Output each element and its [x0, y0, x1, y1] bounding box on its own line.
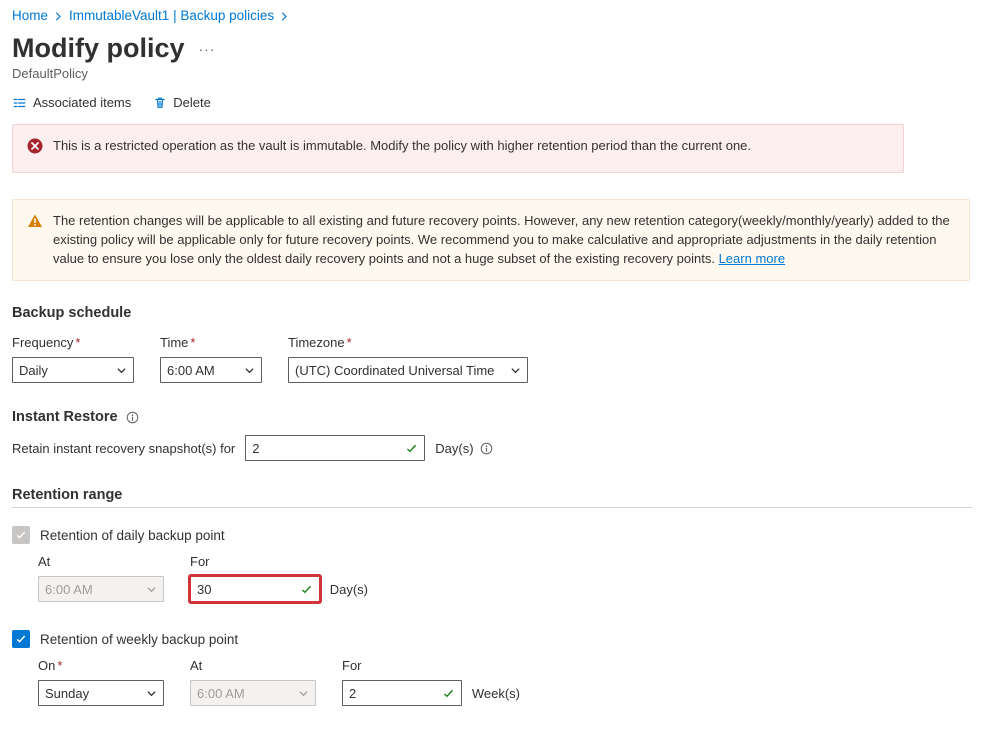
time-value: 6:00 AM: [167, 363, 215, 378]
weekly-on-value: Sunday: [45, 686, 89, 701]
weekly-retention-block: Retention of weekly backup point On* Sun…: [12, 630, 972, 706]
check-icon: [442, 687, 455, 700]
weekly-on-label: On*: [38, 658, 164, 673]
frequency-label: Frequency*: [12, 335, 134, 350]
weekly-retention-checkbox[interactable]: [12, 630, 30, 648]
timezone-value: (UTC) Coordinated Universal Time: [295, 363, 494, 378]
daily-retention-title: Retention of daily backup point: [40, 528, 225, 543]
daily-for-input[interactable]: 30: [190, 576, 320, 602]
weekly-for-label: For: [342, 658, 520, 673]
trash-icon: [153, 96, 167, 110]
time-label: Time*: [160, 335, 262, 350]
daily-for-label: For: [190, 554, 368, 569]
error-icon: [27, 138, 43, 160]
breadcrumb-home[interactable]: Home: [12, 8, 48, 23]
error-banner: This is a restricted operation as the va…: [12, 124, 904, 173]
frequency-select[interactable]: Daily: [12, 357, 134, 383]
instant-restore-value: 2: [252, 441, 259, 456]
warning-text-body: The retention changes will be applicable…: [53, 213, 950, 266]
breadcrumb-vault[interactable]: ImmutableVault1 | Backup policies: [69, 8, 274, 23]
chevron-right-icon: [280, 8, 289, 23]
weekly-for-value: 2: [349, 686, 356, 701]
instant-restore-label: Retain instant recovery snapshot(s) for: [12, 441, 235, 456]
chevron-down-icon: [116, 365, 127, 376]
timezone-select[interactable]: (UTC) Coordinated Universal Time: [288, 357, 528, 383]
weekly-at-select: 6:00 AM: [190, 680, 316, 706]
warning-banner-text: The retention changes will be applicable…: [53, 212, 955, 269]
chevron-down-icon: [146, 584, 157, 595]
delete-button[interactable]: Delete: [153, 95, 211, 110]
weekly-for-unit: Week(s): [472, 686, 520, 701]
list-icon: [12, 96, 27, 110]
instant-restore-heading: Instant Restore: [12, 409, 118, 425]
chevron-right-icon: [54, 8, 63, 23]
warning-icon: [27, 213, 43, 235]
error-banner-text: This is a restricted operation as the va…: [53, 137, 751, 156]
timezone-label: Timezone*: [288, 335, 528, 350]
more-actions-button[interactable]: ···: [199, 41, 216, 57]
backup-schedule-heading: Backup schedule: [12, 305, 972, 321]
chevron-down-icon: [244, 365, 255, 376]
warning-banner: The retention changes will be applicable…: [12, 199, 970, 282]
daily-for-unit: Day(s): [330, 582, 368, 597]
time-select[interactable]: 6:00 AM: [160, 357, 262, 383]
weekly-for-input[interactable]: 2: [342, 680, 462, 706]
weekly-at-label: At: [190, 658, 316, 673]
daily-retention-checkbox: [12, 526, 30, 544]
weekly-on-select[interactable]: Sunday: [38, 680, 164, 706]
chevron-down-icon: [510, 365, 521, 376]
chevron-down-icon: [146, 688, 157, 699]
instant-restore-input[interactable]: 2: [245, 435, 425, 461]
daily-for-value: 30: [197, 582, 211, 597]
retention-range-heading: Retention range: [12, 487, 972, 503]
check-icon: [405, 442, 418, 455]
frequency-value: Daily: [19, 363, 48, 378]
check-icon: [300, 583, 313, 596]
page-subtitle: DefaultPolicy: [12, 66, 972, 81]
command-bar: Associated items Delete: [12, 95, 972, 110]
associated-items-button[interactable]: Associated items: [12, 95, 131, 110]
weekly-at-value: 6:00 AM: [197, 686, 245, 701]
backup-schedule-row: Frequency* Daily Time* 6:00 AM Timezone*…: [12, 335, 972, 383]
divider: [12, 507, 972, 508]
daily-retention-block: Retention of daily backup point At 6:00 …: [12, 526, 972, 602]
delete-label: Delete: [173, 95, 211, 110]
learn-more-link[interactable]: Learn more: [719, 251, 785, 266]
instant-restore-unit: Day(s): [435, 441, 473, 456]
daily-at-label: At: [38, 554, 164, 569]
associated-items-label: Associated items: [33, 95, 131, 110]
daily-at-value: 6:00 AM: [45, 582, 93, 597]
chevron-down-icon: [298, 688, 309, 699]
info-icon[interactable]: [480, 442, 493, 455]
breadcrumb: Home ImmutableVault1 | Backup policies: [12, 8, 972, 23]
page-title: Modify policy: [12, 33, 185, 64]
weekly-retention-title: Retention of weekly backup point: [40, 632, 238, 647]
daily-at-select: 6:00 AM: [38, 576, 164, 602]
instant-restore-row: Retain instant recovery snapshot(s) for …: [12, 435, 972, 461]
info-icon[interactable]: [126, 411, 139, 424]
